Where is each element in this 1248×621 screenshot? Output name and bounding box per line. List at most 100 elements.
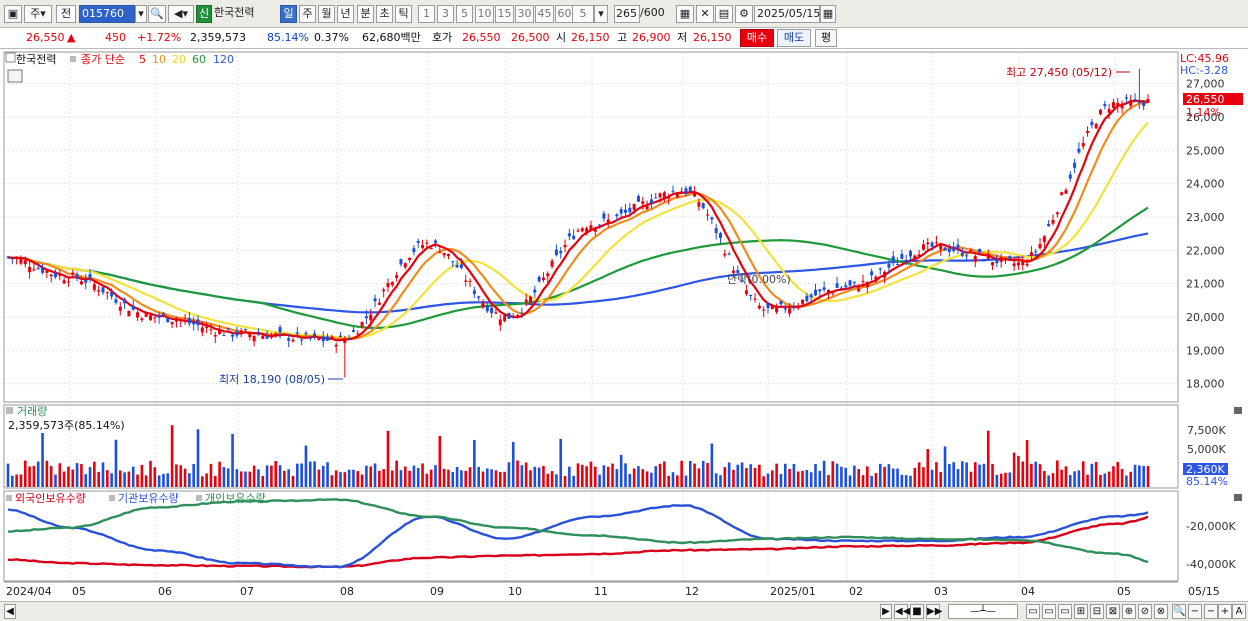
legend-ma20[interactable]: 20 <box>172 53 186 66</box>
tab-year[interactable]: 년 <box>337 5 354 23</box>
candle-body <box>956 244 960 248</box>
interval-dropdown-icon[interactable]: ▾ <box>594 5 608 23</box>
search-icon[interactable]: 🔍 <box>148 5 166 23</box>
volume-bar <box>645 471 649 487</box>
tool-icon[interactable]: ⊘ <box>1138 604 1152 619</box>
legend-institution[interactable]: 기관보유수량 <box>118 492 179 505</box>
stop-icon[interactable]: ■ <box>910 604 924 619</box>
zoom-in-icon[interactable]: + <box>1218 604 1232 619</box>
tool-icon[interactable]: ⊞ <box>1074 604 1088 619</box>
volume-bar <box>1107 471 1111 487</box>
candle-body <box>965 255 969 257</box>
tab-minute[interactable]: 분 <box>357 5 374 23</box>
zoom-out-icon[interactable]: − <box>1188 604 1202 619</box>
volume-bar <box>1099 474 1102 487</box>
volume-bar <box>740 462 744 487</box>
volume-bar <box>188 473 191 487</box>
current-price: 26,550 <box>26 31 65 44</box>
candle-body <box>235 330 239 336</box>
tool-icon[interactable]: ▭ <box>1042 604 1056 619</box>
candle-body <box>809 294 813 298</box>
candle-body <box>377 302 381 305</box>
volume-title[interactable]: 거래량 <box>17 405 47 418</box>
legend-stock-name[interactable]: 한국전력 <box>16 53 56 66</box>
price-tick-label: 24,000 <box>1186 178 1225 191</box>
volume-bar <box>308 461 312 487</box>
tab-tick[interactable]: 틱 <box>395 5 412 23</box>
tab-second[interactable]: 초 <box>376 5 393 23</box>
volume-bar <box>961 461 964 487</box>
candle-body <box>403 263 407 268</box>
stock-code-input[interactable]: 015760 <box>79 5 135 23</box>
tool-icon[interactable]: ⊕ <box>1122 604 1136 619</box>
layout-icon[interactable]: ▣ <box>4 5 22 23</box>
tool-icon[interactable]: ▭ <box>1026 604 1040 619</box>
interval-5[interactable]: 5 <box>456 5 473 23</box>
candle-body <box>978 248 982 253</box>
calendar-icon[interactable]: ▦ <box>820 5 836 23</box>
candle-body <box>261 335 265 339</box>
font-size-icon[interactable]: A <box>1232 604 1246 619</box>
tab-week[interactable]: 주 <box>299 5 316 23</box>
crosshair-icon[interactable]: ✕ <box>696 5 714 23</box>
table-toggle-icon[interactable] <box>7 69 23 83</box>
candle-body <box>1064 190 1068 194</box>
legend-ma120[interactable]: 120 <box>213 53 234 66</box>
tool-icon[interactable]: ▭ <box>1058 604 1072 619</box>
period-selector[interactable]: 주▾ <box>24 5 52 23</box>
date-input[interactable]: 2025/05/15 <box>754 5 820 23</box>
eval-button[interactable]: 평 <box>815 29 837 47</box>
play-icon[interactable]: ▶ <box>880 604 892 619</box>
tab-day[interactable]: 일 <box>280 5 297 23</box>
sell-button[interactable]: 매도 <box>777 29 811 47</box>
volume-bar <box>1146 466 1150 487</box>
prev-button[interactable]: 전 <box>56 5 76 23</box>
volume-bar <box>732 469 735 487</box>
legend-ma5[interactable]: 5 <box>139 53 146 66</box>
legend-ma-label[interactable]: 종가 단순 <box>81 53 125 66</box>
candle-body <box>520 312 524 314</box>
candle-body <box>71 272 75 275</box>
minus-icon[interactable]: − <box>1204 604 1218 619</box>
buy-button[interactable]: 매수 <box>740 29 774 47</box>
print-icon[interactable]: ▤ <box>715 5 733 23</box>
fast-forward-icon[interactable]: ▶▶ <box>926 604 942 619</box>
legend-ma10[interactable]: 10 <box>152 53 166 66</box>
interval-10[interactable]: 10 <box>475 5 494 23</box>
speaker-icon[interactable]: ◀▾ <box>168 5 194 23</box>
interval-30[interactable]: 30 <box>515 5 534 23</box>
holding-panel-close-icon[interactable] <box>1234 494 1242 501</box>
tool-icon[interactable]: ⊠ <box>1106 604 1120 619</box>
volume-panel-close-icon[interactable] <box>1234 407 1242 414</box>
indicator-icon[interactable]: ▦ <box>676 5 694 23</box>
interval-15[interactable]: 15 <box>495 5 514 23</box>
interval-3[interactable]: 3 <box>437 5 454 23</box>
interval-45[interactable]: 45 <box>535 5 554 23</box>
candle-body <box>848 280 852 286</box>
candle-body <box>49 274 53 277</box>
candle-body <box>75 274 79 279</box>
legend-ma60[interactable]: 60 <box>192 53 206 66</box>
quote-bar: 26,550 ▲ 450 +1.72% 2,359,573 85.14% 0.3… <box>0 28 1248 49</box>
zoom-slider[interactable]: —┴— <box>948 604 1018 619</box>
tool-icon[interactable]: ⊗ <box>1154 604 1168 619</box>
count-input[interactable]: 265 <box>614 5 640 23</box>
code-dropdown-icon[interactable]: ▾ <box>135 5 147 23</box>
volume-bar <box>930 469 934 487</box>
interval-1[interactable]: 1 <box>418 5 435 23</box>
scroll-left-icon[interactable]: ◀ <box>4 604 16 619</box>
volume-bar <box>632 468 636 487</box>
settings-icon[interactable]: ⚙ <box>735 5 753 23</box>
tool-icon[interactable]: ⊟ <box>1090 604 1104 619</box>
legend-marker <box>6 407 13 414</box>
volume-bar <box>67 466 70 487</box>
search-icon[interactable]: 🔍 <box>1172 604 1186 619</box>
rewind-icon[interactable]: ◀◀ <box>894 604 910 619</box>
interval-value[interactable]: 5 <box>572 5 594 23</box>
legend-foreign[interactable]: 외국인보유수량 <box>15 492 86 505</box>
volume-bar <box>28 466 31 487</box>
candle-body <box>844 285 848 288</box>
tab-month[interactable]: 월 <box>318 5 335 23</box>
candle-body <box>446 253 450 257</box>
volume-bar <box>283 470 286 487</box>
